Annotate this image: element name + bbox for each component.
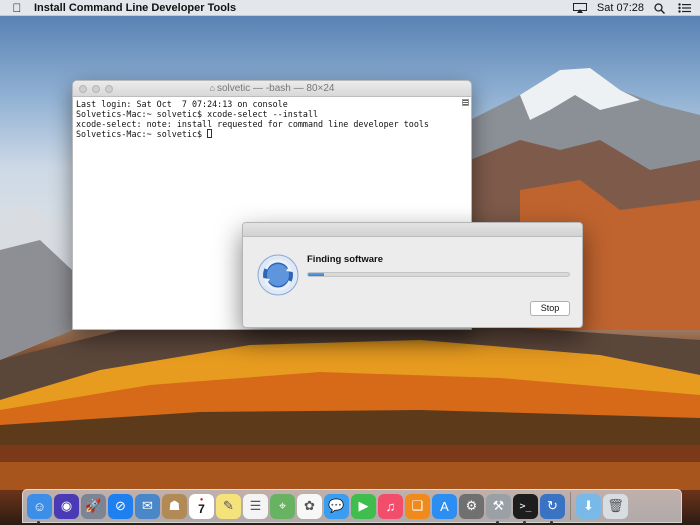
- dock-glyph: ✿: [304, 498, 315, 513]
- dock-glyph: 🗑: [607, 498, 624, 513]
- dock-glyph: ❑: [411, 498, 424, 513]
- install-progress-bar: [307, 272, 570, 277]
- app-store-icon[interactable]: A: [432, 493, 457, 519]
- dock-glyph: ✎: [223, 498, 234, 513]
- running-indicator: [550, 520, 553, 524]
- airplay-display-icon[interactable]: [572, 3, 587, 13]
- dock-glyph: ▶: [358, 498, 369, 513]
- terminal-output[interactable]: Last login: Sat Oct 7 07:24:13 on consol…: [73, 97, 471, 141]
- dialog-titlebar[interactable]: [243, 223, 582, 237]
- itunes-icon[interactable]: ♫: [378, 493, 403, 519]
- finder-icon[interactable]: ☺: [27, 493, 52, 524]
- terminal-prompt: Solvetics-Mac:~ solvetic$: [76, 129, 208, 139]
- safari-icon[interactable]: ⊘: [108, 493, 133, 519]
- calendar-icon[interactable]: ● 7: [189, 493, 214, 519]
- contacts-icon[interactable]: ☗: [162, 493, 187, 519]
- install-progress-dialog: Finding software Stop: [242, 222, 583, 328]
- dock-glyph: ☺: [32, 498, 47, 514]
- scroll-indicator[interactable]: [462, 99, 469, 106]
- terminal-line: Last login: Sat Oct 7 07:24:13 on consol…: [76, 99, 288, 109]
- dock-glyph: 💬: [328, 498, 345, 513]
- system-preferences-icon[interactable]: ⚙: [459, 493, 484, 519]
- facetime-icon[interactable]: ▶: [351, 493, 376, 519]
- siri-icon[interactable]: ◉: [54, 493, 79, 519]
- running-indicator: [496, 520, 499, 524]
- trash-icon[interactable]: 🗑: [603, 493, 628, 519]
- spotlight-search-icon[interactable]: [654, 3, 668, 14]
- dock-glyph: ⚙: [465, 498, 478, 513]
- home-folder-icon: ⌂: [209, 83, 215, 93]
- photos-icon[interactable]: ✿: [297, 493, 322, 519]
- menu-bar-extras: Sat 07:28: [572, 0, 700, 16]
- calendar-day: 7: [198, 502, 205, 516]
- dock-glyph: 🚀: [85, 498, 102, 513]
- dock-glyph: ↻: [547, 498, 558, 513]
- terminal-icon[interactable]: >_: [513, 493, 538, 524]
- dock-glyph: ☗: [168, 498, 181, 513]
- dock-glyph: ⬇: [583, 498, 594, 513]
- progress-bar-fill: [308, 273, 324, 276]
- messages-icon[interactable]: 💬: [324, 493, 349, 519]
- terminal-line: Solvetics-Mac:~ solvetic$ xcode-select -…: [76, 109, 319, 119]
- menu-bar-clock[interactable]: Sat 07:28: [597, 2, 644, 14]
- dock-glyph: ⊘: [115, 498, 126, 513]
- active-app-title[interactable]: Install Command Line Developer Tools: [34, 2, 236, 14]
- text-cursor: [207, 129, 213, 138]
- running-indicator: [523, 520, 526, 524]
- stop-button[interactable]: Stop: [530, 301, 570, 316]
- dock-glyph: ⌖: [278, 498, 287, 513]
- downloads-folder-icon[interactable]: ⬇: [576, 493, 601, 519]
- apple-logo-icon[interactable]: : [0, 1, 34, 15]
- dock-glyph: ☰: [249, 498, 262, 513]
- notification-center-icon[interactable]: [678, 3, 692, 13]
- running-indicator: [37, 520, 40, 524]
- ibooks-icon[interactable]: ❑: [405, 493, 430, 519]
- software-update-icon: [256, 253, 300, 297]
- terminal-line: xcode-select: note: install requested fo…: [76, 119, 429, 129]
- dock-glyph: >_: [519, 500, 532, 512]
- dock-glyph: ⚒: [492, 498, 505, 513]
- software-update-icon[interactable]: ↻: [540, 493, 565, 524]
- terminal-titlebar[interactable]: ⌂ solvetic — -bash — 80×24: [73, 81, 471, 97]
- dock-glyph: ✉: [142, 498, 153, 513]
- mail-icon[interactable]: ✉: [135, 493, 160, 519]
- utilities-icon[interactable]: ⚒: [486, 493, 511, 524]
- reminders-icon[interactable]: ☰: [243, 493, 268, 519]
- dock-separator: [570, 492, 571, 520]
- menu-bar:  Install Command Line Developer Tools S…: [0, 0, 700, 16]
- dock: ☺ ◉ 🚀 ⊘ ✉ ☗ ● 7 ✎ ☰ ⌖ ✿ 💬 ▶ ♫ ❑ A ⚙ ⚒ >_ ↻ ⬇ 🗑: [22, 489, 682, 524]
- dock-glyph: A: [440, 498, 449, 514]
- dock-glyph: ♫: [385, 498, 396, 514]
- launchpad-icon[interactable]: 🚀: [81, 493, 106, 519]
- maps-icon[interactable]: ⌖: [270, 493, 295, 519]
- dock-glyph: ◉: [60, 498, 73, 513]
- dialog-status-text: Finding software: [307, 254, 383, 265]
- notes-icon[interactable]: ✎: [216, 493, 241, 519]
- terminal-prompt-line: Solvetics-Mac:~ solvetic$: [76, 129, 468, 139]
- terminal-title: solvetic — -bash — 80×24: [216, 83, 335, 94]
